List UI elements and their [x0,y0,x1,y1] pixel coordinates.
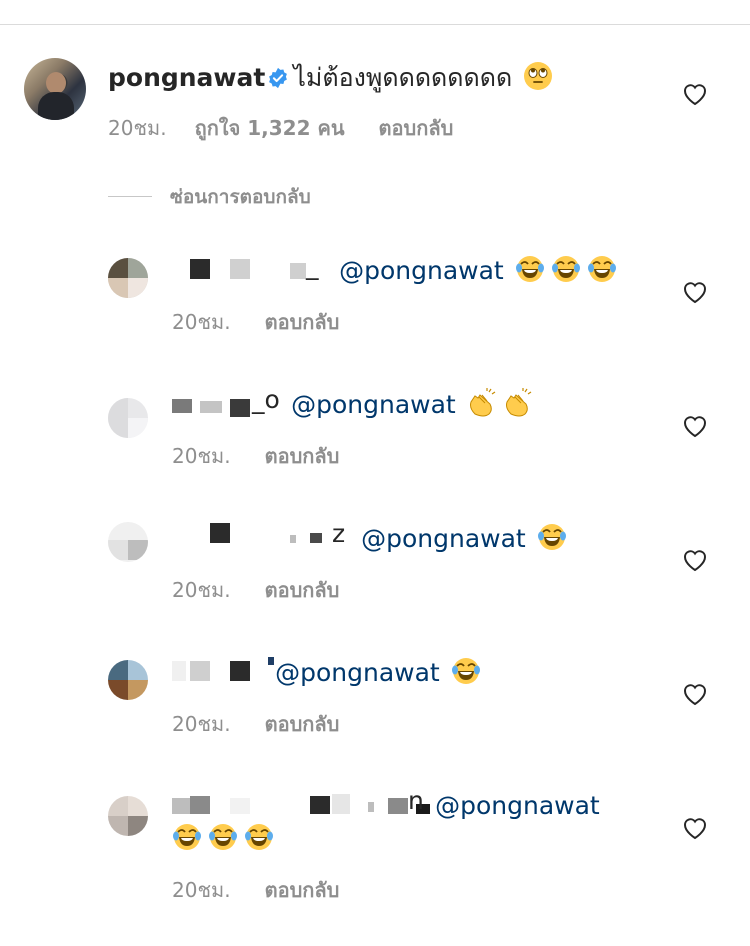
reply-avatar[interactable] [108,796,148,836]
likes-count[interactable]: ถูกใจ 1,322 คน [195,116,345,140]
reply-line: _ @pongnawat [172,251,617,285]
verified-badge-icon [267,67,289,89]
comment-text: ไม่ต้องพูดดดดดดดด [293,63,513,92]
reply-button[interactable]: ตอบกลับ [265,578,340,602]
blurred-username[interactable]: n [172,786,430,818]
reply-username-fragment: _ [306,251,319,280]
face-with-tears-of-joy-icon [531,524,567,551]
hide-replies-button[interactable]: ซ่อนการตอบกลับ [108,182,311,212]
like-heart-icon[interactable] [682,414,708,438]
reply-meta: 20ชม. ตอบกลับ [172,574,339,606]
reply-avatar[interactable] [108,398,148,438]
like-heart-icon[interactable] [682,682,708,706]
reply-avatar[interactable] [108,660,148,700]
reply-meta: 20ชม. ตอบกลับ [172,306,339,338]
reply-username-fragment: _o [252,385,280,414]
blurred-username[interactable] [172,657,274,685]
mention-link[interactable]: @pongnawat [339,256,504,285]
avatar[interactable] [24,58,86,120]
main-comment-line: pongnawat ไม่ต้องพูดดดดดดดด [108,58,553,98]
like-heart-icon[interactable] [682,816,708,840]
reply-button[interactable]: ตอบกลับ [265,310,340,334]
blurred-username[interactable]: _o [172,385,280,417]
comment-time: 20ชม. [108,116,167,140]
reply-button[interactable]: ตอบกลับ [265,878,340,902]
reply-button[interactable]: ตอบกลับ [379,116,454,140]
face-with-tears-of-joy-icon [445,658,481,685]
mention-link[interactable]: @pongnawat [291,390,456,419]
like-heart-icon[interactable] [682,548,708,572]
reply-avatar[interactable] [108,258,148,298]
mention-link[interactable]: @pongnawat [361,524,526,553]
reply-time: 20ชม. [172,878,231,902]
reply-meta: 20ชม. ตอบกลับ [172,708,339,740]
reply-username-fragment: n [408,786,424,815]
reply-meta: 20ชม. ตอบกลับ [172,440,339,472]
comment-username[interactable]: pongnawat [108,63,265,92]
reply-time: 20ชม. [172,578,231,602]
reply-line: _o @pongnawat [172,385,533,419]
hide-replies-label: ซ่อนการตอบกลับ [170,186,311,208]
reply-button[interactable]: ตอบกลับ [265,712,340,736]
clapping-hands-icon [461,388,533,417]
reply-time: 20ชม. [172,310,231,334]
main-comment-meta: 20ชม. ถูกใจ 1,322 คน ตอบกลับ [108,112,453,144]
reply-button[interactable]: ตอบกลับ [265,444,340,468]
face-with-tears-of-joy-icon [509,256,617,283]
reply-line: z @pongnawat [172,519,567,553]
mention-link[interactable]: @pongnawat [435,791,600,820]
like-heart-icon[interactable] [682,82,708,106]
reply-meta: 20ชม. ตอบกลับ [172,874,339,906]
blurred-username[interactable]: _ [172,251,322,283]
reply-username-fragment: z [332,519,346,548]
reply-line: n @pongnawat [172,786,600,820]
reply-avatar[interactable] [108,522,148,562]
face-with-rolling-eyes-icon [523,61,553,91]
reply-time: 20ชม. [172,444,231,468]
hide-replies-divider [108,196,152,197]
reply-time: 20ชม. [172,712,231,736]
reply-line: @pongnawat [172,656,481,687]
top-divider [0,24,750,25]
like-heart-icon[interactable] [682,280,708,304]
face-with-tears-of-joy-icon [166,822,274,852]
blurred-username[interactable]: z [172,519,348,551]
mention-link[interactable]: @pongnawat [275,658,440,687]
